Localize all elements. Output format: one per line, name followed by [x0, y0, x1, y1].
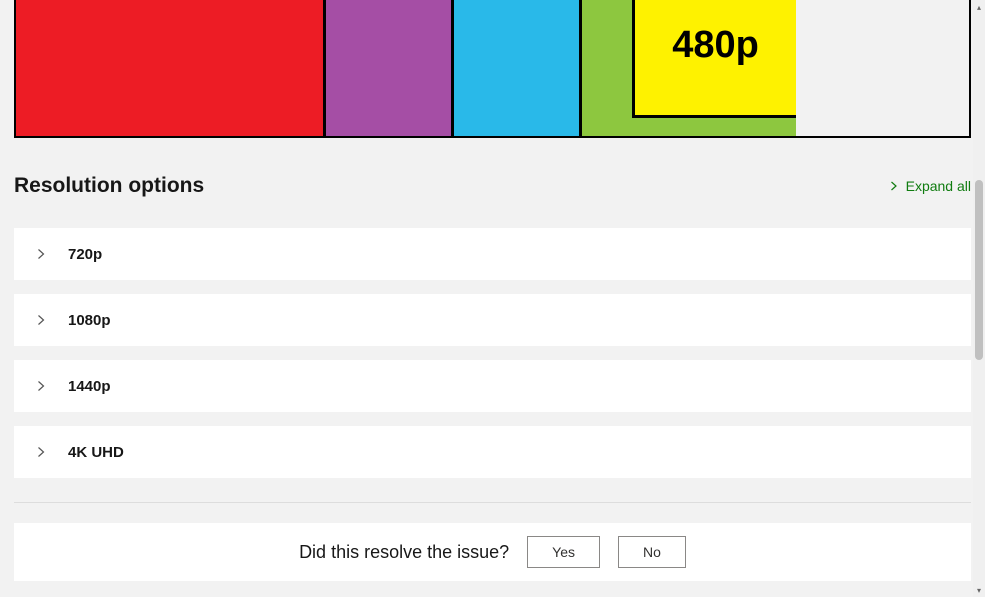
- no-button[interactable]: No: [618, 536, 686, 568]
- accordion-label: 1080p: [68, 312, 111, 329]
- scrollbar-arrow-down-icon[interactable]: ▾: [973, 583, 985, 597]
- accordion-label: 4K UHD: [68, 444, 124, 461]
- accordion-item-1440p[interactable]: 1440p: [14, 360, 971, 412]
- chevron-right-icon: [888, 180, 900, 192]
- chevron-right-icon: [34, 379, 48, 393]
- resolution-diagram: 480p: [14, 0, 971, 138]
- accordion-item-4k-uhd[interactable]: 4K UHD: [14, 426, 971, 478]
- chevron-right-icon: [34, 247, 48, 261]
- scrollbar-arrow-up-icon[interactable]: ▴: [973, 0, 985, 14]
- section-title: Resolution options: [14, 174, 204, 198]
- bar-green: 480p: [582, 0, 796, 136]
- accordion-item-720p[interactable]: 720p: [14, 228, 971, 280]
- feedback-card: Did this resolve the issue? Yes No: [14, 523, 971, 581]
- accordion-item-1080p[interactable]: 1080p: [14, 294, 971, 346]
- divider: [14, 502, 971, 503]
- expand-all-button[interactable]: Expand all: [888, 178, 971, 194]
- bar-yellow-480p: 480p: [632, 0, 796, 118]
- feedback-question: Did this resolve the issue?: [299, 542, 509, 563]
- scrollbar-thumb[interactable]: [975, 180, 983, 360]
- scrollbar-track[interactable]: ▴ ▾: [973, 0, 985, 597]
- accordion-label: 1440p: [68, 378, 111, 395]
- expand-all-label: Expand all: [906, 178, 971, 194]
- chevron-right-icon: [34, 445, 48, 459]
- bar-cyan: [454, 0, 582, 136]
- yes-button[interactable]: Yes: [527, 536, 600, 568]
- accordion-label: 720p: [68, 246, 102, 263]
- chevron-right-icon: [34, 313, 48, 327]
- bar-red: [16, 0, 326, 136]
- bar-purple: [326, 0, 454, 136]
- accordion-list: 720p 1080p 1440p 4K UHD: [14, 228, 971, 478]
- yellow-label: 480p: [672, 24, 759, 67]
